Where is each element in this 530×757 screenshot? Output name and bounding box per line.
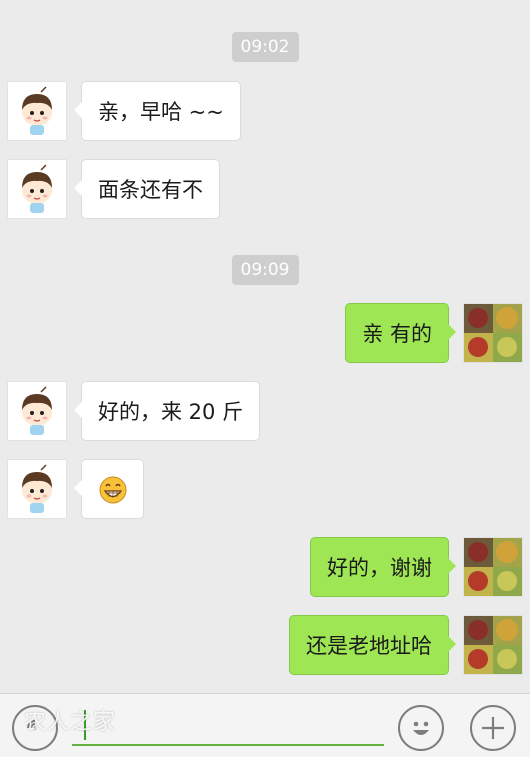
chat-area: 09:02 亲，早哈 ~~ 面条还有不 09:09 亲 有的 好的，来 20 斤… [0, 0, 530, 693]
message-bubble-outgoing[interactable]: 还是老地址哈 [289, 615, 456, 675]
message-text: 好的，来 20 斤 [98, 400, 244, 424]
cartoon-boy-icon [22, 86, 52, 135]
fruit-collage-icon [464, 304, 522, 362]
my-avatar[interactable] [463, 303, 523, 363]
more-button[interactable] [470, 705, 516, 751]
cartoon-boy-icon [22, 464, 52, 513]
message-text: 好的，谢谢 [327, 556, 432, 580]
fruit-collage-icon [464, 538, 522, 596]
message-bubble-outgoing[interactable]: 亲 有的 [345, 303, 456, 363]
timestamp-label: 09:02 [231, 32, 299, 62]
emoji-icon [413, 721, 429, 735]
message-bubble-incoming[interactable]: 亲，早哈 ~~ [74, 81, 241, 141]
my-avatar[interactable] [463, 537, 523, 597]
message-text: 亲 有的 [362, 322, 432, 346]
message-bubble-incoming[interactable]: 面条还有不 [74, 159, 220, 219]
fruit-collage-icon [464, 616, 522, 674]
cartoon-boy-icon [22, 386, 52, 435]
contact-avatar[interactable] [7, 381, 67, 441]
emoji-button[interactable] [398, 705, 444, 751]
cartoon-boy-icon [22, 164, 52, 213]
grinning-face-icon [99, 476, 127, 504]
contact-avatar[interactable] [7, 81, 67, 141]
message-text: 还是老地址哈 [306, 634, 432, 658]
my-avatar[interactable] [463, 615, 523, 675]
contact-avatar[interactable] [7, 459, 67, 519]
message-input[interactable] [72, 704, 384, 746]
message-bubble-incoming[interactable] [74, 459, 144, 519]
message-text: 亲，早哈 ~~ [98, 100, 224, 124]
watermark-text: 农人之家 [24, 710, 117, 735]
plus-icon [482, 717, 504, 739]
message-bubble-incoming[interactable]: 好的，来 20 斤 [73, 381, 261, 441]
contact-avatar[interactable] [7, 159, 67, 219]
timestamp: 09:02 [0, 32, 530, 62]
timestamp-label: 09:09 [231, 255, 299, 285]
message-bubble-outgoing[interactable]: 好的，谢谢 [310, 537, 456, 597]
message-text: 面条还有不 [98, 178, 203, 202]
timestamp: 09:09 [0, 255, 530, 285]
